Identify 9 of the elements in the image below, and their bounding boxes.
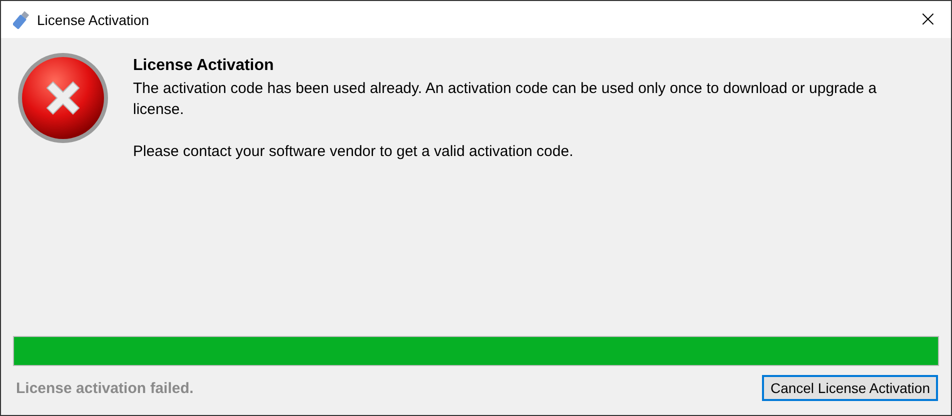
message-text: The activation code has been used already. An activation code can be used only once to download or upgrade a license. [133,79,878,120]
message-heading: License Activation [133,56,275,76]
usb-stick-icon [13,10,29,28]
status-text: License activation failed. [16,380,194,396]
window-title: License Activation [37,12,150,28]
message-text: Please contact your software vendor to get a valid activation code. [133,142,574,162]
error-icon [17,52,109,144]
close-button[interactable]: × [905,1,951,38]
cancel-button[interactable]: Cancel License Activation [762,375,938,401]
